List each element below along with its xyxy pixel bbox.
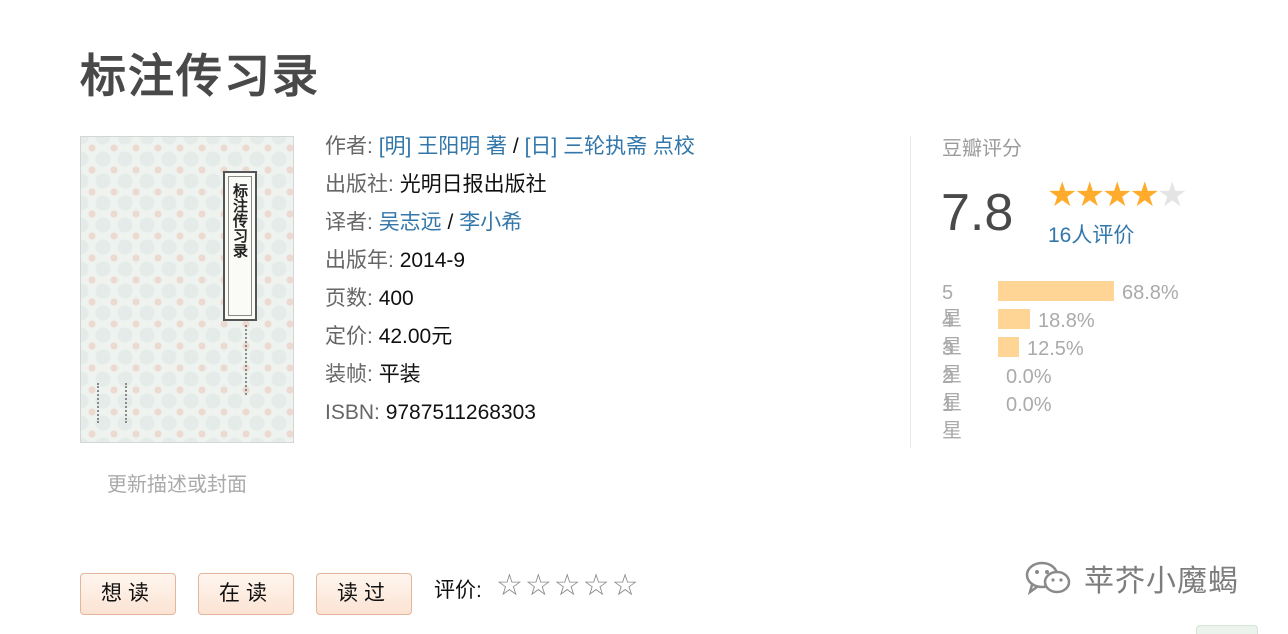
cover-title-text: 标注传习录 [231,183,249,258]
rating-percent: 68.8% [1122,282,1179,304]
author-separator: / [512,135,519,158]
star-filled-icon: ★ [1101,176,1133,214]
rating-percent: 0.0% [1006,394,1052,416]
price-value: 42.00元 [378,325,453,348]
book-info: 作者: [明] 王阳明 著 / [日] 三轮执斋 点校 出版社: 光明日报出版社… [325,130,695,434]
info-pages-row: 页数: 400 [325,282,695,320]
star-filled-icon: ★ [1129,176,1160,214]
cover-title-label: 标注传习录 [223,171,257,321]
info-price-row: 定价: 42.00元 [325,320,695,358]
year-value: 2014-9 [399,249,466,272]
info-year-row: 出版年: 2014-9 [325,244,695,282]
publisher-label: 出版社: [325,173,394,196]
info-author-row: 作者: [明] 王阳明 著 / [日] 三轮执斋 点校 [325,130,695,168]
rating-bar [998,309,1030,329]
translator-link-2[interactable]: 李小希 [459,211,522,234]
pages-label: 页数: [325,287,373,310]
cover-publisher-marks [97,383,127,423]
author-link[interactable]: [明] 王阳明 著 [379,135,507,158]
want-to-read-button[interactable]: 想读 [80,573,176,615]
info-binding-row: 装帧: 平装 [325,358,695,396]
rating-row-label: 1星 [942,394,962,442]
publisher-value: 光明日报出版社 [399,173,547,196]
pages-value: 400 [378,287,414,310]
binding-value: 平装 [378,363,421,386]
rating-section-label: 豆瓣评分 [942,138,1022,160]
rating-stars: ★★★★★ [1047,176,1188,214]
watermark: 苹芥小魔蝎 [1024,556,1254,600]
reading-button[interactable]: 在读 [198,573,294,615]
wechat-icon [1025,561,1071,596]
info-isbn-row: ISBN: 9787511268303 [325,396,695,434]
rate-stars-input[interactable]: ☆☆☆☆☆ [496,568,640,603]
corner-widget [1196,625,1258,634]
editor-link[interactable]: [日] 三轮执斋 点校 [525,135,695,158]
page-title: 标注传习录 [80,50,320,102]
rating-count-link[interactable]: 16人评价 [1048,219,1134,249]
star-empty-icon: ★ [1156,176,1188,214]
rating-percent: 18.8% [1038,310,1095,332]
rating-percent: 0.0% [1006,366,1052,388]
rate-label: 评价: [434,579,482,602]
rating-bar [998,337,1019,357]
star-filled-icon: ★ [1074,176,1105,214]
rating-bar [998,281,1114,301]
have-read-button[interactable]: 读过 [316,573,412,615]
translator-label: 译者: [325,211,373,234]
isbn-value: 9787511268303 [385,401,536,424]
info-publisher-row: 出版社: 光明日报出版社 [325,168,695,206]
translator-link-1[interactable]: 吴志远 [379,211,442,234]
star-filled-icon: ★ [1047,176,1078,214]
book-cover[interactable]: 标注传习录 [80,136,294,443]
translator-separator: / [447,211,454,234]
isbn-label: ISBN: [325,401,380,424]
price-label: 定价: [325,325,373,348]
year-label: 出版年: [325,249,394,272]
info-translator-row: 译者: 吴志远 / 李小希 [325,206,695,244]
watermark-text: 苹芥小魔蝎 [1084,565,1239,598]
update-description-link[interactable]: 更新描述或封面 [107,468,247,497]
rating-score: 7.8 [941,184,1014,242]
binding-label: 装帧: [325,363,373,386]
author-label: 作者: [325,135,373,158]
section-divider [910,136,911,448]
cover-subtitle-marks [245,325,249,395]
rating-percent: 12.5% [1027,338,1084,360]
